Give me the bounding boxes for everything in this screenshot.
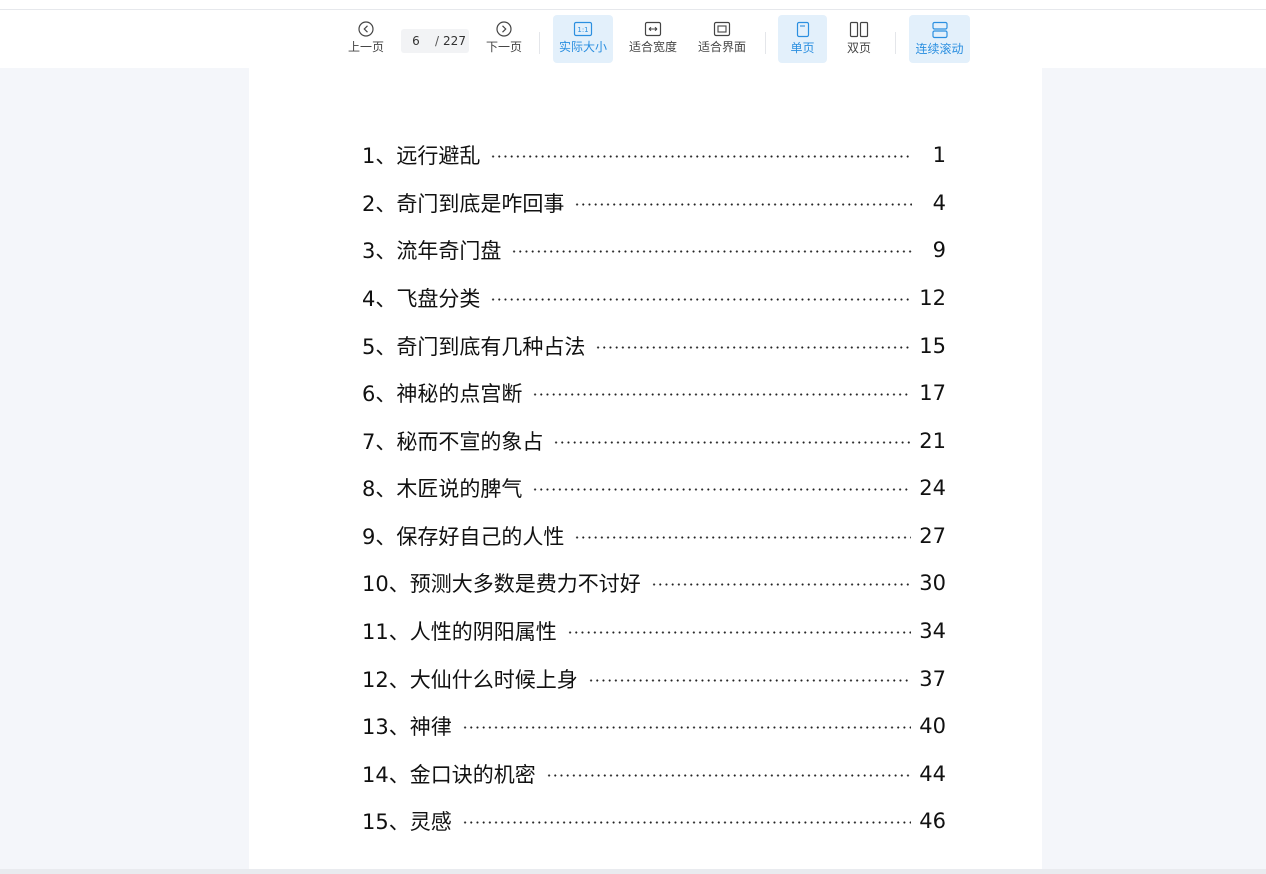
toc-entry[interactable]: 1、远行避乱 1 bbox=[362, 140, 946, 170]
toc-entry[interactable]: 7、秘而不宣的象占 21 bbox=[362, 426, 946, 456]
actual-size-icon-text: 1:1 bbox=[577, 26, 588, 34]
double-page-button[interactable]: 双页 bbox=[836, 15, 882, 63]
toc-entry-title: 13、神律 bbox=[362, 715, 452, 739]
toc-dot-leader bbox=[532, 488, 912, 491]
toc-entry-page: 44 bbox=[919, 762, 946, 786]
toc-entry[interactable]: 10、预测大多数是费力不讨好 30 bbox=[362, 568, 946, 598]
toc-entry-title: 9、保存好自己的人性 bbox=[362, 525, 565, 549]
toc-entry-page: 4 bbox=[932, 191, 946, 215]
toc-dot-leader bbox=[461, 821, 912, 824]
toc-entry-title: 15、灵感 bbox=[362, 810, 452, 834]
toc-dot-leader bbox=[574, 203, 912, 206]
toc-entry[interactable]: 12、大仙什么时候上身 37 bbox=[362, 664, 946, 694]
current-page-input[interactable] bbox=[401, 34, 431, 48]
toc-entry[interactable]: 3、流年奇门盘 9 bbox=[362, 235, 946, 265]
toc-entry-page: 12 bbox=[919, 286, 946, 310]
toc-dot-leader bbox=[566, 631, 912, 634]
fit-page-icon bbox=[713, 21, 731, 37]
toc-dot-leader bbox=[553, 441, 912, 444]
toc-entry[interactable]: 5、奇门到底有几种占法 15 bbox=[362, 331, 946, 361]
toc-dot-leader bbox=[587, 679, 912, 682]
actual-size-icon: 1:1 bbox=[573, 21, 593, 37]
toc-entry-page: 40 bbox=[919, 714, 946, 738]
toc-entry-page: 15 bbox=[919, 334, 946, 358]
chevron-left-circle-icon bbox=[358, 21, 374, 37]
prev-page-button[interactable]: 上一页 bbox=[344, 15, 388, 63]
page-separator: / bbox=[435, 34, 440, 48]
toc-dot-leader bbox=[511, 250, 912, 253]
toc-dot-leader bbox=[490, 298, 912, 301]
toc-entry[interactable]: 6、神秘的点宫断 17 bbox=[362, 378, 946, 408]
fit-page-button[interactable]: 适合界面 bbox=[693, 15, 751, 63]
fit-page-label: 适合界面 bbox=[697, 40, 746, 54]
toc-entry-page: 9 bbox=[932, 238, 946, 262]
toc-entry-title: 4、飞盘分类 bbox=[362, 287, 481, 311]
toc-entry-title: 7、秘而不宣的象占 bbox=[362, 430, 544, 454]
toolbar-divider bbox=[765, 32, 766, 54]
toc-entry-page: 30 bbox=[919, 571, 946, 595]
toc-entry[interactable]: 4、飞盘分类 12 bbox=[362, 283, 946, 313]
toc-entry-page: 24 bbox=[919, 476, 946, 500]
toc-entry[interactable]: 11、人性的阴阳属性 34 bbox=[362, 616, 946, 646]
toc-dot-leader bbox=[574, 536, 912, 539]
toc-entry-title: 6、神秘的点宫断 bbox=[362, 382, 523, 406]
toc-entry-page: 46 bbox=[919, 809, 946, 833]
bottom-status-strip bbox=[0, 869, 1266, 874]
toc-dot-leader bbox=[650, 583, 912, 586]
actual-size-label: 实际大小 bbox=[558, 40, 607, 54]
single-page-button[interactable]: 单页 bbox=[778, 15, 827, 63]
prev-page-label: 上一页 bbox=[347, 40, 384, 54]
toc-entry-title: 3、流年奇门盘 bbox=[362, 239, 502, 263]
actual-size-button[interactable]: 1:1 实际大小 bbox=[553, 15, 613, 63]
window-top-strip bbox=[0, 0, 1266, 10]
next-page-button[interactable]: 下一页 bbox=[482, 15, 526, 63]
fit-width-icon bbox=[644, 21, 662, 37]
toolbar-divider bbox=[539, 32, 540, 54]
fit-width-button[interactable]: 适合宽度 bbox=[624, 15, 682, 63]
toc-entry[interactable]: 2、奇门到底是咋回事 4 bbox=[362, 188, 946, 218]
total-pages: 227 bbox=[443, 34, 466, 48]
single-page-label: 单页 bbox=[790, 41, 815, 55]
toc-entry-title: 2、奇门到底是咋回事 bbox=[362, 192, 565, 216]
toc-entry[interactable]: 13、神律 40 bbox=[362, 711, 946, 741]
toc-dot-leader bbox=[595, 346, 912, 349]
double-page-icon bbox=[849, 21, 869, 38]
continuous-scroll-button[interactable]: 连续滚动 bbox=[909, 15, 970, 63]
toc-entry[interactable]: 8、木匠说的脾气 24 bbox=[362, 473, 946, 503]
toc-entry-page: 1 bbox=[932, 143, 946, 167]
toc-entry-page: 37 bbox=[919, 667, 946, 691]
next-page-label: 下一页 bbox=[485, 40, 522, 54]
toc-entry-title: 8、木匠说的脾气 bbox=[362, 477, 523, 501]
fit-width-label: 适合宽度 bbox=[628, 40, 677, 54]
toc-entry[interactable]: 14、金口诀的机密 44 bbox=[362, 759, 946, 789]
viewer-toolbar: 上一页 / 227 下一页 1:1 实际大小 适合宽度 适合界面 bbox=[0, 10, 1266, 68]
toc-entry-page: 34 bbox=[919, 619, 946, 643]
toc-entry-title: 1、远行避乱 bbox=[362, 144, 481, 168]
double-page-label: 双页 bbox=[846, 41, 871, 55]
toc-entry-title: 10、预测大多数是费力不讨好 bbox=[362, 572, 641, 596]
continuous-scroll-label: 连续滚动 bbox=[915, 42, 964, 56]
toc-entry[interactable]: 15、灵感 46 bbox=[362, 806, 946, 836]
toc-entry-page: 27 bbox=[919, 524, 946, 548]
toc-dot-leader bbox=[490, 155, 912, 158]
chevron-right-circle-icon bbox=[496, 21, 512, 37]
page-indicator: / 227 bbox=[401, 29, 469, 53]
toc-entry-page: 21 bbox=[919, 429, 946, 453]
single-page-icon bbox=[796, 21, 810, 38]
toc-entry-title: 5、奇门到底有几种占法 bbox=[362, 335, 586, 359]
toc-dot-leader bbox=[461, 726, 912, 729]
toc-entry-title: 11、人性的阴阳属性 bbox=[362, 620, 557, 644]
toc-entry-title: 14、金口诀的机密 bbox=[362, 763, 536, 787]
toc-entry-title: 12、大仙什么时候上身 bbox=[362, 668, 578, 692]
toc-entry-page: 17 bbox=[919, 381, 946, 405]
toc-entry[interactable]: 9、保存好自己的人性 27 bbox=[362, 521, 946, 551]
toc-dot-leader bbox=[545, 774, 912, 777]
toc-dot-leader bbox=[532, 393, 912, 396]
continuous-scroll-icon bbox=[931, 21, 949, 39]
toolbar-divider bbox=[895, 32, 896, 54]
